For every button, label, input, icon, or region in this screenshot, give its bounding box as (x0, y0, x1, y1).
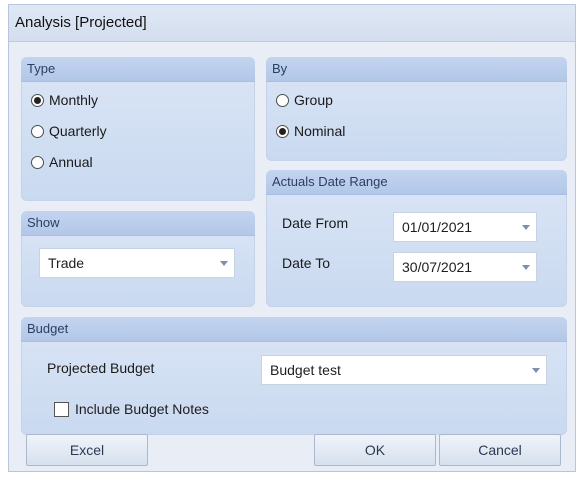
include-budget-notes-label: Include Budget Notes (75, 401, 209, 417)
type-group: Type Monthly Quarterly Annual (21, 57, 255, 201)
date-to-label: Date To (282, 255, 330, 271)
radio-annual-label: Annual (49, 154, 93, 170)
radio-nominal-indicator[interactable] (276, 124, 289, 138)
chevron-down-icon[interactable] (516, 213, 536, 241)
date-from-picker[interactable]: 01/01/2021 (393, 212, 537, 242)
projected-budget-select[interactable]: Budget test (261, 355, 547, 385)
title-bar: Analysis [Projected] (9, 5, 575, 42)
type-group-title: Type (21, 57, 255, 82)
by-group: By Group Nominal (266, 57, 567, 161)
show-group: Show Trade (21, 211, 255, 307)
budget-group: Budget Projected Budget Budget test Incl… (21, 317, 567, 435)
radio-nominal[interactable]: Nominal (276, 121, 345, 141)
radio-nominal-label: Nominal (294, 123, 346, 139)
projected-budget-value: Budget test (270, 362, 341, 378)
radio-quarterly-indicator[interactable] (31, 124, 44, 138)
budget-group-title: Budget (21, 317, 567, 342)
chevron-down-icon[interactable] (214, 249, 234, 277)
include-budget-notes[interactable]: Include Budget Notes (54, 401, 209, 417)
radio-group-indicator[interactable] (276, 93, 289, 107)
excel-button[interactable]: Excel (26, 434, 148, 466)
date-to-picker[interactable]: 30/07/2021 (393, 252, 537, 282)
radio-monthly-indicator[interactable] (31, 93, 44, 107)
actuals-date-range-group: Actuals Date Range Date From 01/01/2021 … (266, 170, 567, 307)
radio-group-label: Group (294, 92, 333, 108)
show-group-title: Show (21, 211, 255, 236)
radio-quarterly-label: Quarterly (49, 123, 107, 139)
date-from-label: Date From (282, 215, 349, 231)
window-title: Analysis [Projected] (15, 14, 147, 31)
show-select[interactable]: Trade (39, 248, 235, 278)
radio-group[interactable]: Group (276, 90, 333, 110)
radio-monthly[interactable]: Monthly (31, 90, 98, 110)
analysis-dialog: Analysis [Projected] Type Monthly Quarte… (8, 4, 576, 472)
include-budget-notes-checkbox[interactable] (54, 401, 69, 417)
radio-quarterly[interactable]: Quarterly (31, 121, 107, 141)
show-select-value: Trade (48, 255, 85, 271)
radio-annual-indicator[interactable] (31, 155, 44, 169)
date-to-value: 30/07/2021 (402, 259, 473, 275)
radio-annual[interactable]: Annual (31, 152, 93, 172)
ok-button[interactable]: OK (314, 434, 436, 466)
radio-monthly-label: Monthly (49, 92, 99, 108)
cancel-button[interactable]: Cancel (439, 434, 561, 466)
date-from-value: 01/01/2021 (402, 219, 473, 235)
projected-budget-label: Projected Budget (47, 360, 155, 376)
chevron-down-icon[interactable] (516, 253, 536, 281)
chevron-down-icon[interactable] (526, 356, 546, 384)
actuals-group-title: Actuals Date Range (266, 170, 567, 195)
by-group-title: By (266, 57, 567, 82)
